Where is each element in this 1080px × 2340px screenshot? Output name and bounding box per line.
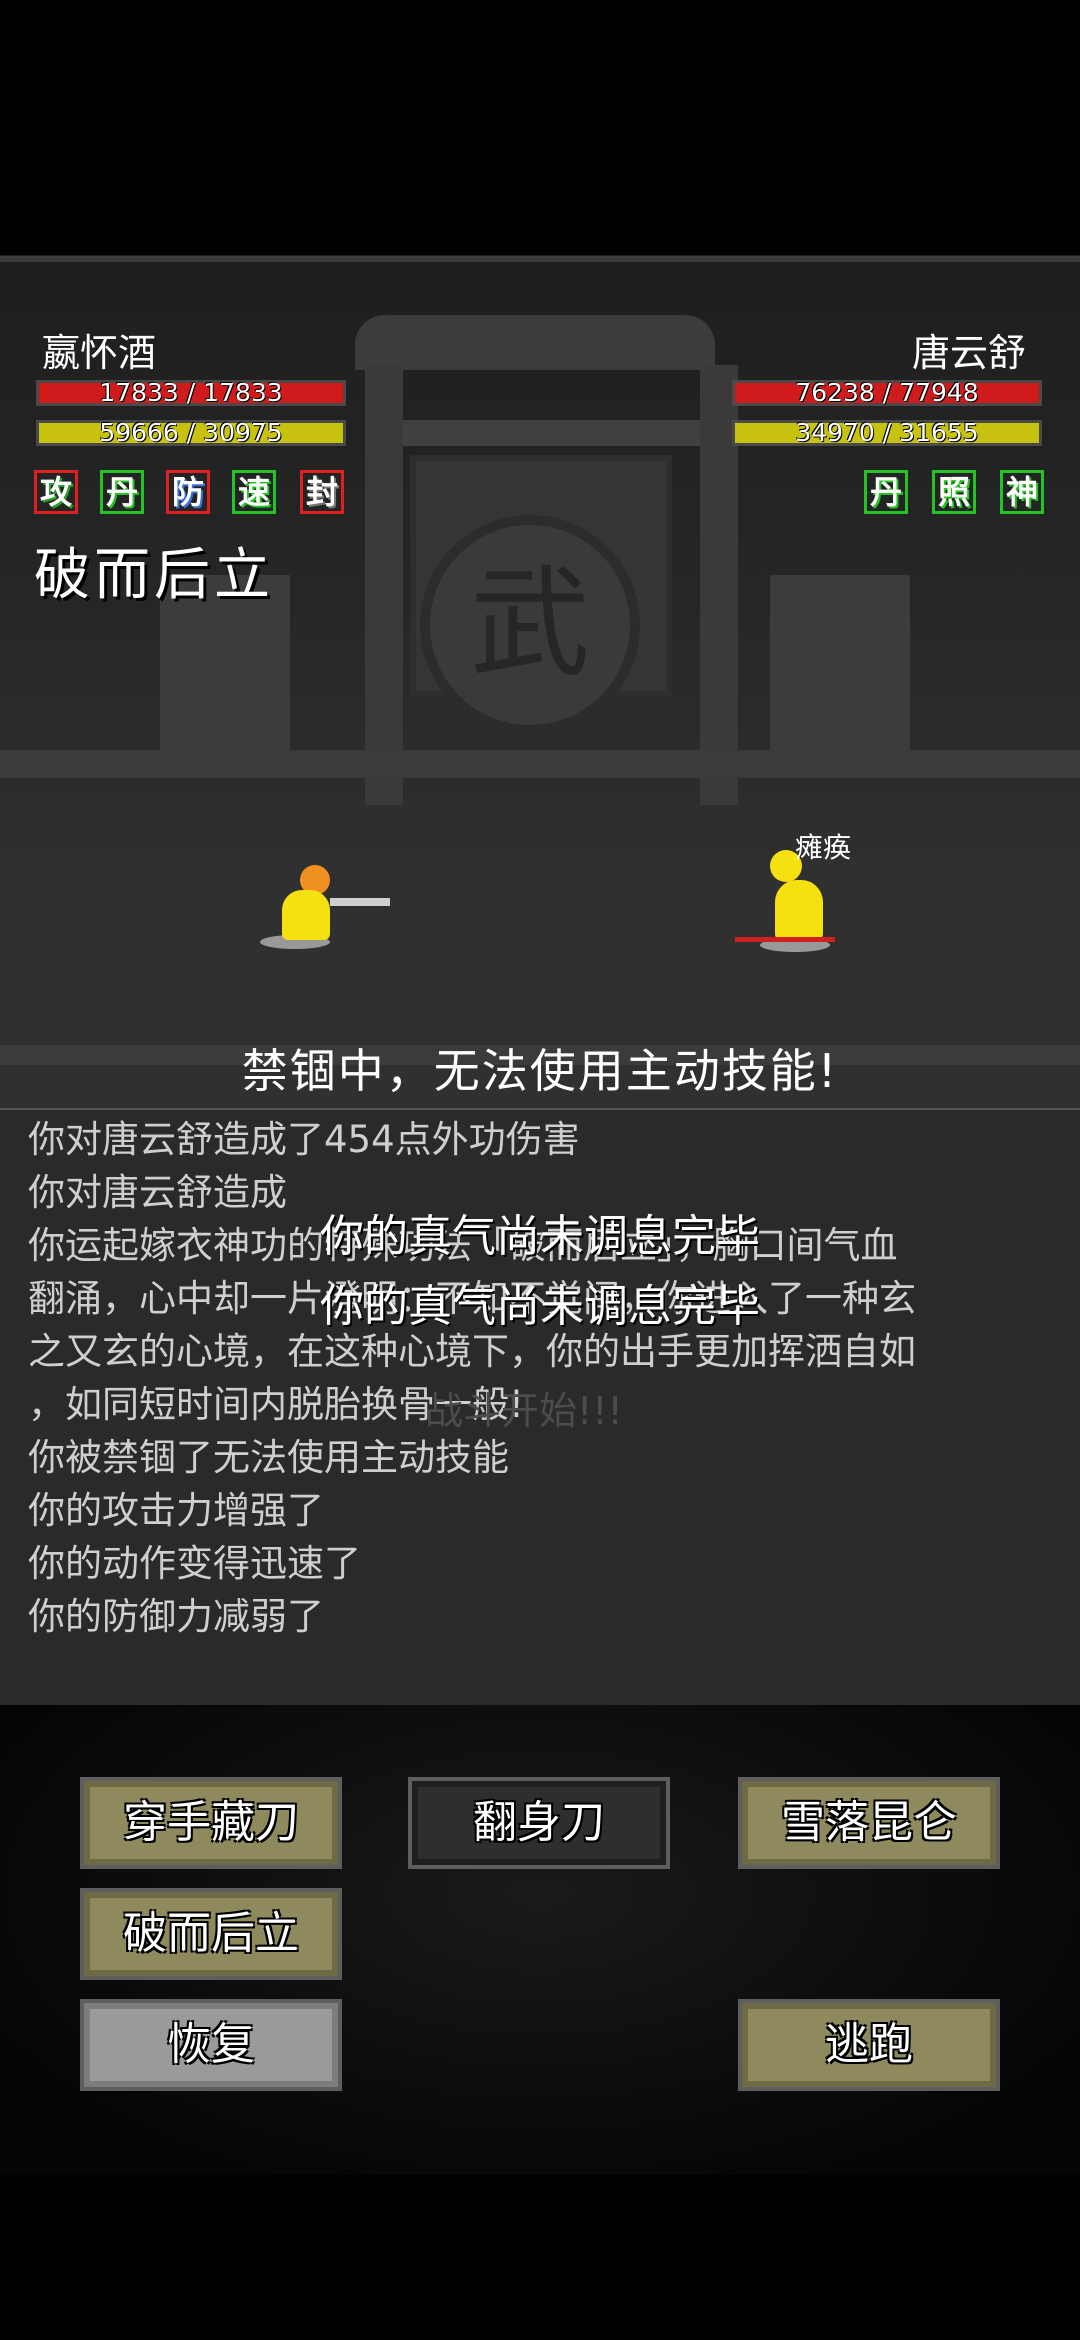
skill-panel: 穿手藏刀 翻身刀 雪落昆仑 破而后立 恢复 逃跑 xyxy=(0,1705,1080,2175)
status-pill-icon: 丹 xyxy=(100,470,144,514)
skill-button-2[interactable]: 翻身刀 xyxy=(408,1777,670,1869)
fence xyxy=(0,750,1080,778)
battle-start-faint-text: 战斗开始!!! xyxy=(425,1389,623,1433)
seal-char: 武 xyxy=(470,555,590,694)
enemy-debuff-label: 瘫痪 xyxy=(795,831,852,864)
skill-button-4[interactable]: 破而后立 xyxy=(80,1888,342,1980)
log-line: 你被禁锢了无法使用主动技能 xyxy=(28,1436,509,1479)
enemy-name: 唐云舒 xyxy=(912,331,1027,375)
skill-button-3[interactable]: 雪落昆仑 xyxy=(738,1777,1000,1869)
martial-seal: 武 xyxy=(420,515,640,735)
enemy-status-illuminate-icon: 照 xyxy=(932,470,976,514)
player-hp-bar: 17833 / 17833 xyxy=(36,380,346,406)
player-blade xyxy=(330,898,390,906)
player-name: 嬴怀酒 xyxy=(42,331,157,375)
gate-beam xyxy=(365,420,735,446)
enemy-status-pill-icon: 丹 xyxy=(864,470,908,514)
recover-button[interactable]: 恢复 xyxy=(80,1999,342,2091)
active-skill-name: 破而后立 xyxy=(34,543,274,608)
skill-button-1[interactable]: 穿手藏刀 xyxy=(80,1777,342,1869)
player-mp-bar: 59666 / 30975 xyxy=(36,420,346,446)
enemy-status-spirit-icon: 神 xyxy=(1000,470,1044,514)
enemy-mp-bar: 34970 / 31655 xyxy=(732,420,1042,446)
player-torso xyxy=(282,890,330,940)
log-line: 你的防御力减弱了 xyxy=(28,1595,324,1638)
gate-roof xyxy=(355,315,715,370)
enemy-blade xyxy=(735,937,835,942)
enemy-torso xyxy=(775,880,823,940)
qi-not-ready-toast: 你的真气尚未调息完毕 xyxy=(320,1211,760,1262)
arena-top-line xyxy=(0,256,1080,262)
status-attack-icon: 攻 xyxy=(34,470,78,514)
bottom-bar xyxy=(0,2175,1080,2340)
enemy-hp-bar: 76238 / 77948 xyxy=(732,380,1042,406)
log-line: 你的动作变得迅速了 xyxy=(28,1542,361,1585)
side-banner-right xyxy=(770,575,910,755)
sealed-warning: 禁锢中，无法使用主动技能! xyxy=(241,1044,839,1098)
status-speed-icon: 速 xyxy=(232,470,276,514)
status-seal-icon: 封 xyxy=(300,470,344,514)
log-line: 你的攻击力增强了 xyxy=(28,1489,324,1532)
qi-not-ready-toast: 你的真气尚未调息完毕 xyxy=(320,1281,760,1332)
flee-button[interactable]: 逃跑 xyxy=(738,1999,1000,2091)
status-defense-icon: 防 xyxy=(166,470,210,514)
log-line: 你对唐云舒造成了454点外功伤害 xyxy=(28,1118,580,1161)
wall xyxy=(0,805,1080,855)
